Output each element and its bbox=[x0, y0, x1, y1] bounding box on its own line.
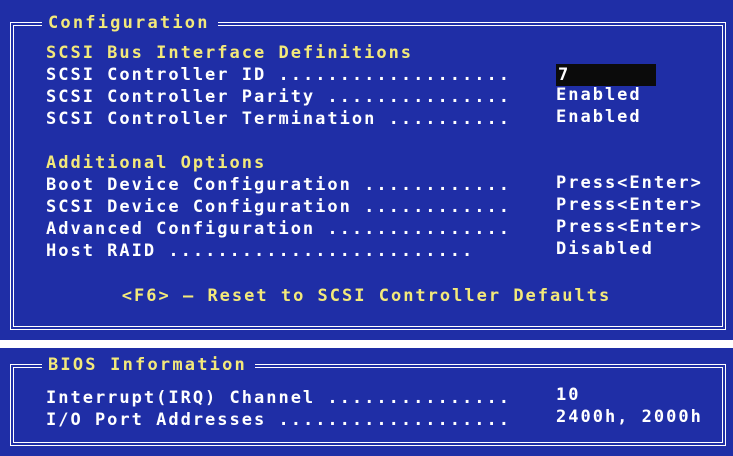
menu-item-label: SCSI Controller Parity bbox=[46, 87, 316, 107]
menu-item-label: SCSI Controller Termination bbox=[46, 109, 377, 129]
menu-item-label: Boot Device Configuration bbox=[46, 175, 352, 195]
leader-dots: ................... bbox=[278, 65, 511, 85]
io-port-addresses-value: 2400h, 2000h bbox=[556, 407, 703, 427]
scsi-bios-utility-screen: Configuration SCSI Bus Interface Definit… bbox=[0, 0, 733, 456]
bus-section-heading: SCSI Bus Interface Definitions bbox=[46, 43, 414, 63]
configuration-title: Configuration bbox=[42, 13, 218, 33]
leader-dots: ......................... bbox=[168, 241, 475, 261]
leader-dots: ............ bbox=[364, 197, 511, 217]
irq-channel-value: 10 bbox=[556, 385, 581, 405]
menu-item-controller-parity[interactable]: SCSI Controller Parity ............... bbox=[46, 86, 511, 108]
info-item-label: I/O Port Addresses bbox=[46, 410, 267, 430]
configuration-panel: Configuration SCSI Bus Interface Definit… bbox=[0, 0, 733, 340]
bios-information-title: BIOS Information bbox=[42, 355, 255, 375]
reset-defaults-hint: <F6> – Reset to SCSI Controller Defaults bbox=[121, 286, 612, 306]
leader-dots: ............... bbox=[327, 219, 511, 239]
options-section-heading: Additional Options bbox=[46, 153, 267, 173]
info-item-irq-channel: Interrupt(IRQ) Channel ............... bbox=[46, 387, 511, 409]
leader-dots: ............ bbox=[364, 175, 511, 195]
leader-dots: ............... bbox=[327, 87, 511, 107]
menu-item-label: SCSI Controller ID bbox=[46, 65, 267, 85]
menu-item-controller-termination[interactable]: SCSI Controller Termination .......... bbox=[46, 108, 511, 130]
menu-item-scsi-device-configuration[interactable]: SCSI Device Configuration ............ bbox=[46, 196, 511, 218]
menu-item-boot-device-configuration[interactable]: Boot Device Configuration ............ bbox=[46, 174, 511, 196]
menu-item-label: SCSI Device Configuration bbox=[46, 197, 352, 217]
leader-dots: .......... bbox=[388, 109, 511, 129]
menu-item-advanced-configuration[interactable]: Advanced Configuration ............... bbox=[46, 218, 511, 240]
info-item-label: Interrupt(IRQ) Channel bbox=[46, 388, 316, 408]
controller-id-value[interactable]: 7 bbox=[556, 64, 656, 86]
host-raid-value[interactable]: Disabled bbox=[556, 238, 654, 260]
menu-item-label: Advanced Configuration bbox=[46, 219, 316, 239]
menu-item-label: Host RAID bbox=[46, 241, 157, 261]
advanced-configuration-value[interactable]: Press<Enter> bbox=[556, 216, 703, 238]
info-item-io-port-addresses: I/O Port Addresses ................... bbox=[46, 409, 511, 431]
controller-termination-value[interactable]: Enabled bbox=[556, 106, 642, 128]
menu-item-host-raid[interactable]: Host RAID ......................... bbox=[46, 240, 474, 262]
boot-device-configuration-value[interactable]: Press<Enter> bbox=[556, 172, 703, 194]
menu-item-controller-id[interactable]: SCSI Controller ID ................... bbox=[46, 64, 511, 86]
leader-dots: ............... bbox=[327, 388, 511, 408]
controller-parity-value[interactable]: Enabled bbox=[556, 84, 642, 106]
leader-dots: ................... bbox=[278, 410, 511, 430]
bios-information-panel: BIOS Information Interrupt(IRQ) Channel … bbox=[0, 348, 733, 456]
scsi-device-configuration-value[interactable]: Press<Enter> bbox=[556, 194, 703, 216]
